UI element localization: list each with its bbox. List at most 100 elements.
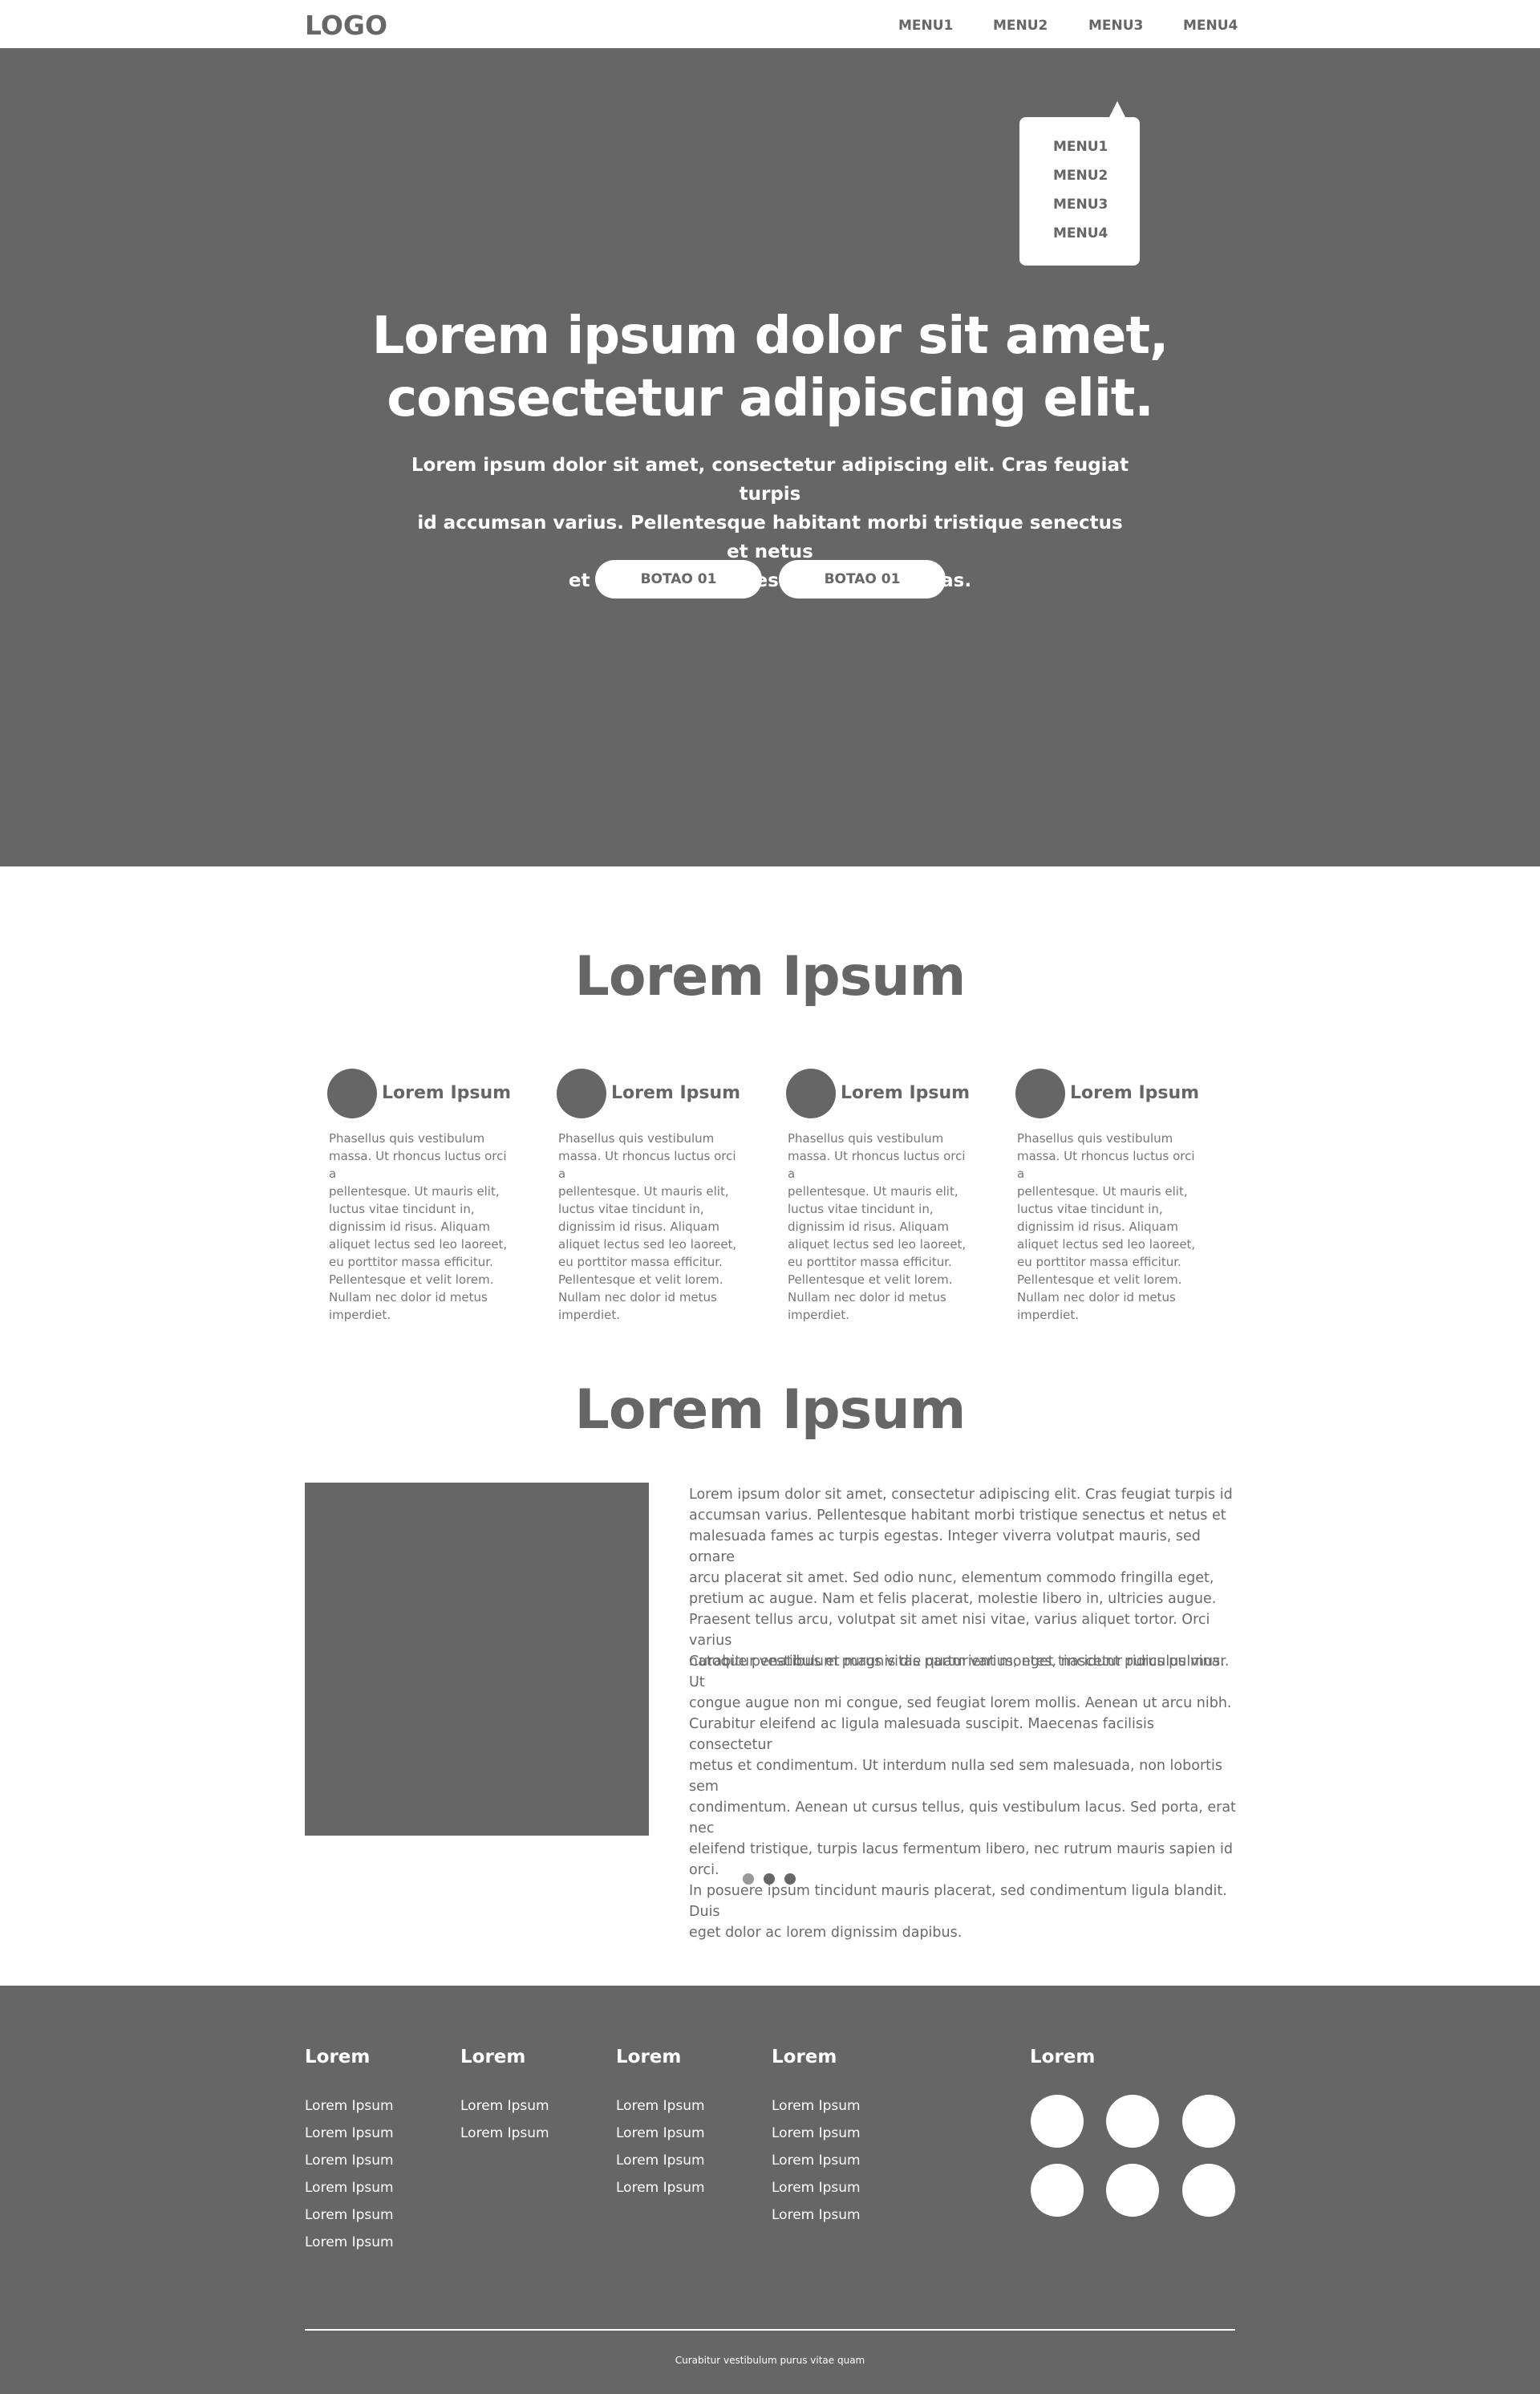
feature-text-line: Nullam nec dolor id metus [788, 1290, 946, 1305]
feature-icon [327, 1069, 377, 1118]
paragraph-line: accumsan varius. Pellentesque habitant m… [689, 1507, 1226, 1524]
feature-text-line: pellentesque. Ut mauris elit, [558, 1184, 729, 1199]
paragraph-line: In posuere ipsum tincidunt mauris placer… [689, 1883, 1227, 1920]
nav-item-menu1[interactable]: MENU1 [898, 18, 953, 34]
feature-text-line: Nullam nec dolor id metus [1017, 1290, 1176, 1305]
feature-text-line: aliquet lectus sed leo laoreet, [1017, 1237, 1196, 1252]
feature-text-line: luctus vitae tincidunt in, [558, 1202, 704, 1216]
paragraph-line: metus et condimentum. Ut interdum nulla … [689, 1758, 1222, 1795]
nav-item-menu3[interactable]: MENU3 [1088, 18, 1143, 34]
footer-link[interactable]: Lorem Ipsum [305, 2125, 394, 2141]
footer-link[interactable]: Lorem Ipsum [772, 2098, 861, 2114]
showcase-paragraph: Lorem ipsum dolor sit amet, consectetur … [689, 1484, 1236, 1672]
feature-text-line: Nullam nec dolor id metus [558, 1290, 717, 1305]
feature-text-line: Pellentesque et velit lorem. [788, 1272, 953, 1287]
footer-link[interactable]: Lorem Ipsum [616, 2153, 705, 2169]
footer-link[interactable]: Lorem Ipsum [305, 2098, 394, 2114]
feature-text-line: Nullam nec dolor id metus [329, 1290, 488, 1305]
hero-subtitle-line: id accumsan varius. Pellentesque habitan… [417, 513, 1123, 562]
footer-social-title: Lorem [1030, 2047, 1096, 2067]
hero-title: Lorem ipsum dolor sit amet, consectetur … [289, 305, 1251, 430]
feature-text-line: eu porttitor massa efficitur. [558, 1255, 723, 1269]
nav-item-menu2[interactable]: MENU2 [993, 18, 1048, 34]
footer-link[interactable]: Lorem Ipsum [616, 2180, 705, 2196]
paragraph-line: congue augue non mi congue, sed feugiat … [689, 1695, 1232, 1711]
hero-subtitle-line: Lorem ipsum dolor sit amet, consectetur … [411, 455, 1129, 505]
feature-text-line: Phasellus quis vestibulum [788, 1131, 944, 1146]
footer-link[interactable]: Lorem Ipsum [772, 2207, 861, 2223]
footer-link[interactable]: Lorem Ipsum [616, 2125, 705, 2141]
social-icon[interactable] [1031, 2095, 1084, 2148]
paragraph-line: condimentum. Aenean ut cursus tellus, qu… [689, 1800, 1236, 1836]
feature-text-line: eu porttitor massa efficitur. [788, 1255, 952, 1269]
feature-title: Lorem Ipsum [382, 1083, 512, 1103]
footer-column-title: Lorem [460, 2047, 526, 2067]
feature-text-line: luctus vitae tincidunt in, [329, 1202, 475, 1216]
footer-link[interactable]: Lorem Ipsum [772, 2125, 861, 2141]
feature-icon [557, 1069, 606, 1118]
feature-text-line: aliquet lectus sed leo laoreet, [788, 1237, 967, 1252]
footer-social-column: Lorem [1030, 2047, 1235, 2217]
footer-column: Lorem Lorem Ipsum Lorem Ipsum [460, 2047, 549, 2141]
footer-link[interactable]: Lorem Ipsum [772, 2180, 861, 2196]
footer-link[interactable]: Lorem Ipsum [305, 2234, 394, 2250]
feature-icon [786, 1069, 836, 1118]
hero-button-1[interactable]: BOTAO 01 [595, 560, 762, 598]
slider-dot-1[interactable] [743, 1873, 754, 1885]
feature-text-line: Pellentesque et velit lorem. [1017, 1272, 1182, 1287]
slider-dot-3[interactable] [784, 1873, 796, 1885]
nav-item-menu4[interactable]: MENU4 [1183, 18, 1238, 34]
feature-title: Lorem Ipsum [1070, 1083, 1200, 1103]
paragraph-line: eget dolor ac lorem dignissim dapibus. [689, 1925, 962, 1941]
paragraph-line: Curabitur eleifend ac ligula malesuada s… [689, 1716, 1154, 1753]
feature-text-line: eu porttitor massa efficitur. [1017, 1255, 1181, 1269]
social-icon[interactable] [1031, 2164, 1084, 2217]
feature-text-line: dignissim id risus. Aliquam [329, 1219, 490, 1234]
footer-copyright: Curabitur vestibulum purus vitae quam [675, 2355, 865, 2366]
footer-link[interactable]: Lorem Ipsum [460, 2098, 549, 2114]
footer-link[interactable]: Lorem Ipsum [305, 2153, 394, 2169]
social-icon[interactable] [1106, 2095, 1159, 2148]
feature-text-line: massa. Ut rhoncus luctus orci a [788, 1149, 966, 1181]
footer-link[interactable]: Lorem Ipsum [305, 2180, 394, 2196]
feature-text-line: Phasellus quis vestibulum [1017, 1131, 1173, 1146]
feature-text-line: Phasellus quis vestibulum [329, 1131, 485, 1146]
showcase-paragraph: Curabitur vestibulum purus vitae quam va… [689, 1651, 1236, 1943]
footer-column: Lorem Lorem Ipsum Lorem Ipsum Lorem Ipsu… [616, 2047, 705, 2196]
dropdown-item-menu3[interactable]: MENU3 [1053, 197, 1108, 213]
feature-text-line: Phasellus quis vestibulum [558, 1131, 715, 1146]
dropdown-item-menu2[interactable]: MENU2 [1053, 168, 1108, 184]
feature-text-line: dignissim id risus. Aliquam [1017, 1219, 1178, 1234]
paragraph-line: arcu placerat sit amet. Sed odio nunc, e… [689, 1570, 1214, 1586]
hero-button-2[interactable]: BOTAO 01 [779, 560, 946, 598]
dropdown-caret [1108, 101, 1126, 119]
feature-text: Phasellus quis vestibulum massa. Ut rhon… [329, 1130, 513, 1324]
feature-text-line: imperdiet. [558, 1308, 620, 1322]
social-icon[interactable] [1106, 2164, 1159, 2217]
dropdown-item-menu1[interactable]: MENU1 [1053, 139, 1108, 155]
feature-text-line: aliquet lectus sed leo laoreet, [329, 1237, 508, 1252]
footer-column: Lorem Lorem Ipsum Lorem Ipsum Lorem Ipsu… [305, 2047, 394, 2250]
footer-link[interactable]: Lorem Ipsum [305, 2207, 394, 2223]
features-title: Lorem Ipsum [574, 945, 967, 1008]
footer-link[interactable]: Lorem Ipsum [616, 2098, 705, 2114]
paragraph-line: malesuada fames ac turpis egestas. Integ… [689, 1528, 1201, 1565]
feature-text-line: eu porttitor massa efficitur. [329, 1255, 493, 1269]
social-icon[interactable] [1182, 2095, 1235, 2148]
feature-text-line: imperdiet. [1017, 1308, 1079, 1322]
feature-text: Phasellus quis vestibulum massa. Ut rhon… [788, 1130, 972, 1324]
feature-text-line: pellentesque. Ut mauris elit, [329, 1184, 500, 1199]
feature-text-line: pellentesque. Ut mauris elit, [788, 1184, 958, 1199]
feature-text-line: luctus vitae tincidunt in, [788, 1202, 934, 1216]
paragraph-line: pretium ac augue. Nam et felis placerat,… [689, 1591, 1217, 1607]
footer-link[interactable]: Lorem Ipsum [460, 2125, 549, 2141]
feature-text-line: massa. Ut rhoncus luctus orci a [558, 1149, 736, 1181]
social-icon[interactable] [1182, 2164, 1235, 2217]
slider-dot-2[interactable] [764, 1873, 775, 1885]
footer-link[interactable]: Lorem Ipsum [772, 2153, 861, 2169]
feature-text-line: dignissim id risus. Aliquam [788, 1219, 949, 1234]
slider-pagination [743, 1873, 799, 1886]
hero-title-line: Lorem ipsum dolor sit amet, [371, 306, 1169, 366]
dropdown-item-menu4[interactable]: MENU4 [1053, 225, 1108, 241]
feature-text-line: imperdiet. [329, 1308, 391, 1322]
